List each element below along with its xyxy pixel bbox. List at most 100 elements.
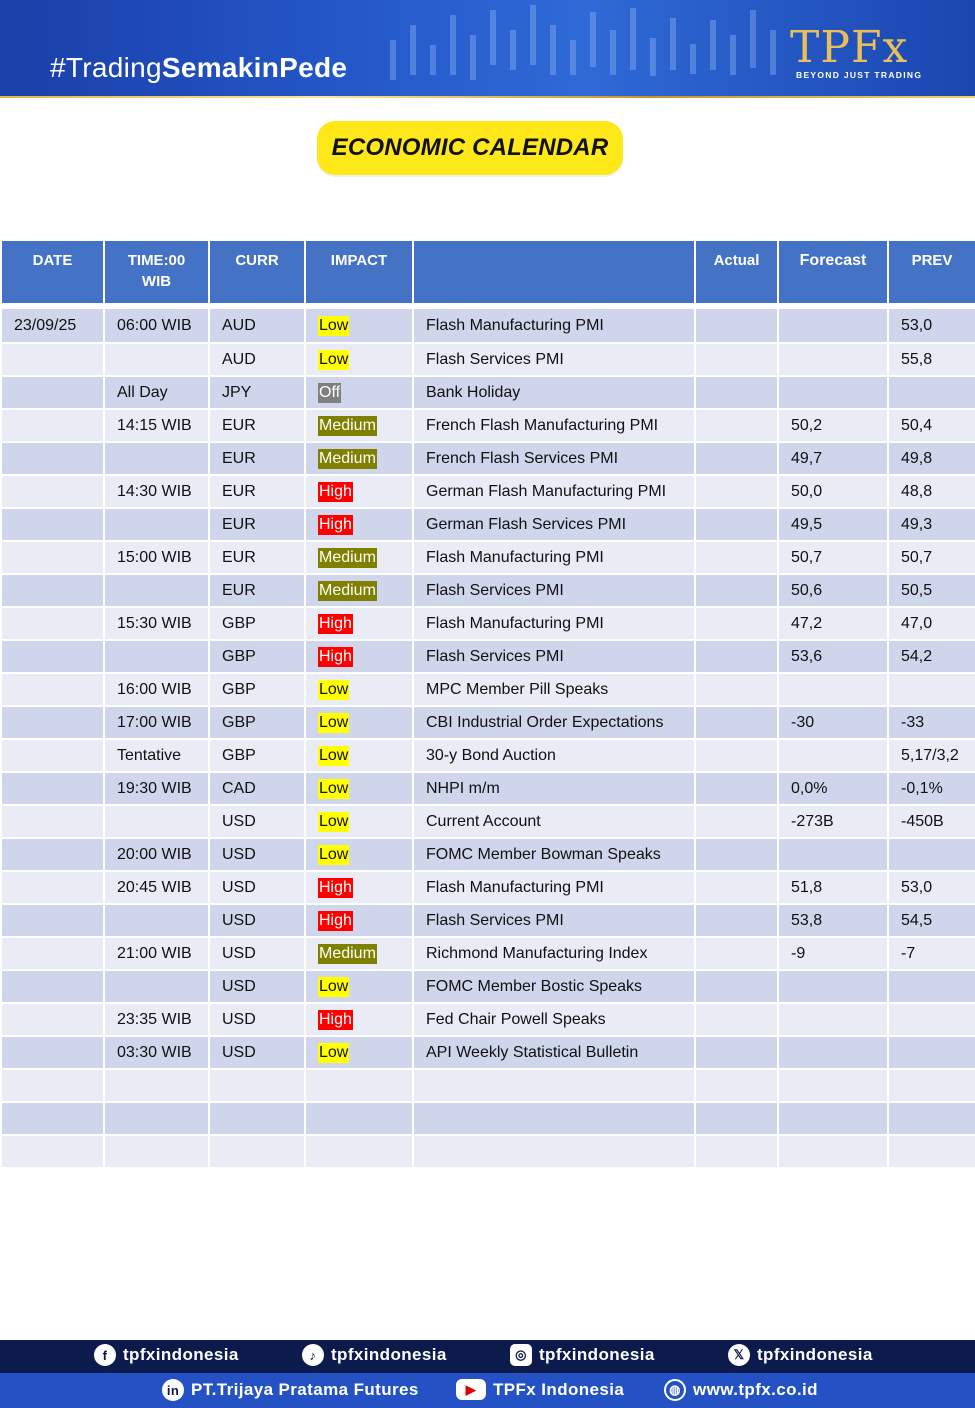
cell-prev: 53,0 xyxy=(887,870,975,905)
cell-time: 21:00 WIB xyxy=(103,936,210,971)
cell-forecast: -9 xyxy=(777,936,889,971)
cell-prev xyxy=(887,672,975,707)
cell-time xyxy=(103,804,210,839)
cell-event: Bank Holiday xyxy=(412,375,696,410)
cell-forecast: 50,2 xyxy=(777,408,889,443)
facebook-icon: f xyxy=(94,1344,116,1366)
cell-time: 17:00 WIB xyxy=(103,705,210,740)
cell-impact: Medium xyxy=(304,573,414,608)
cell-prev: 54,2 xyxy=(887,639,975,674)
cell-prev xyxy=(887,1035,975,1070)
cell-time: 15:00 WIB xyxy=(103,540,210,575)
cell-forecast: 50,0 xyxy=(777,474,889,509)
cell-event xyxy=(412,1068,696,1103)
cell-prev: 48,8 xyxy=(887,474,975,509)
cell-time: 15:30 WIB xyxy=(103,606,210,641)
table-row: 23/09/25 06:00 WIB AUD Low Flash Manufacturi… xyxy=(0,307,975,344)
cell-forecast xyxy=(777,1035,889,1070)
instagram-link[interactable]: ◎ tpfxindonesia xyxy=(510,1344,655,1366)
cell-date xyxy=(0,936,105,971)
cell-curr: EUR xyxy=(208,540,306,575)
cell-time xyxy=(103,441,210,476)
table-row: 20:00 WIB USD Low FOMC Member Bowman Speaks xyxy=(0,837,975,872)
cell-curr: USD xyxy=(208,804,306,839)
impact-badge: Medium xyxy=(318,415,377,436)
cell-actual xyxy=(694,705,779,740)
table-row: 14:30 WIB EUR High German Flash Manufacturi… xyxy=(0,474,975,509)
cell-prev xyxy=(887,1068,975,1103)
cell-curr: AUD xyxy=(208,307,306,344)
cell-forecast: 50,7 xyxy=(777,540,889,575)
cell-date xyxy=(0,1068,105,1103)
cell-forecast: -273B xyxy=(777,804,889,839)
cell-forecast: 53,8 xyxy=(777,903,889,938)
cell-event: Flash Services PMI xyxy=(412,342,696,377)
cell-curr: JPY xyxy=(208,375,306,410)
cell-impact: High xyxy=(304,606,414,641)
cell-time: All Day xyxy=(103,375,210,410)
cell-forecast: 51,8 xyxy=(777,870,889,905)
cell-curr: GBP xyxy=(208,639,306,674)
instagram-icon: ◎ xyxy=(510,1344,532,1366)
table-row: EUR Medium Flash Services PMI 50,6 50,5 xyxy=(0,573,975,608)
table-row: 23:35 WIB USD High Fed Chair Powell Speaks xyxy=(0,1002,975,1037)
cell-time xyxy=(103,1101,210,1136)
cell-impact: Low xyxy=(304,837,414,872)
cell-event: Flash Manufacturing PMI xyxy=(412,606,696,641)
cell-actual xyxy=(694,639,779,674)
cell-forecast xyxy=(777,307,889,344)
impact-badge: High xyxy=(318,646,353,667)
table-row: 16:00 WIB GBP Low MPC Member Pill Speaks xyxy=(0,672,975,707)
cell-date xyxy=(0,342,105,377)
cell-curr: USD xyxy=(208,1035,306,1070)
impact-badge: High xyxy=(318,613,353,634)
tiktok-link[interactable]: ♪ tpfxindonesia xyxy=(302,1344,447,1366)
page-title: ECONOMIC CALENDAR xyxy=(317,121,623,175)
cell-impact: Low xyxy=(304,804,414,839)
cell-actual xyxy=(694,540,779,575)
cell-prev: 50,7 xyxy=(887,540,975,575)
cell-actual xyxy=(694,1101,779,1136)
cell-actual xyxy=(694,870,779,905)
cell-prev: -33 xyxy=(887,705,975,740)
cell-prev: 50,4 xyxy=(887,408,975,443)
cell-impact xyxy=(304,1101,414,1136)
header-impact: IMPACT xyxy=(304,239,414,305)
cell-forecast xyxy=(777,837,889,872)
cell-date xyxy=(0,969,105,1004)
table-header-row: DATE TIME:00 WIB CURR IMPACT Actual Forec… xyxy=(0,239,975,305)
cell-impact: Low xyxy=(304,307,414,344)
website-link[interactable]: ◍ www.tpfx.co.id xyxy=(664,1379,818,1401)
cell-curr: USD xyxy=(208,936,306,971)
cell-actual xyxy=(694,408,779,443)
impact-badge: Low xyxy=(318,976,350,997)
cell-event: French Flash Services PMI xyxy=(412,441,696,476)
impact-badge: Low xyxy=(318,745,350,766)
youtube-link[interactable]: ▶ TPFx Indonesia xyxy=(456,1379,624,1400)
cell-actual xyxy=(694,804,779,839)
table-row: USD Low Current Account -273B -450B xyxy=(0,804,975,839)
table-row: GBP High Flash Services PMI 53,6 54,2 xyxy=(0,639,975,674)
table-row: Tentative GBP Low 30-y Bond Auction 5,17/3,2 xyxy=(0,738,975,773)
cell-actual xyxy=(694,1002,779,1037)
linkedin-link[interactable]: in PT.Trijaya Pratama Futures xyxy=(162,1379,419,1401)
cell-time xyxy=(103,342,210,377)
facebook-link[interactable]: f tpfxindonesia xyxy=(94,1344,239,1366)
cell-curr: EUR xyxy=(208,507,306,542)
cell-event: Flash Manufacturing PMI xyxy=(412,307,696,344)
x-link[interactable]: 𝕏tpfxindonesia xyxy=(728,1344,873,1366)
candlestick-decoration xyxy=(390,5,776,80)
cell-prev xyxy=(887,1134,975,1169)
cell-forecast xyxy=(777,1002,889,1037)
hashtag-text: #TradingSemakinPede xyxy=(50,52,348,83)
cell-date xyxy=(0,705,105,740)
cell-prev: 49,8 xyxy=(887,441,975,476)
cell-forecast: 47,2 xyxy=(777,606,889,641)
economic-calendar-table: DATE TIME:00 WIB CURR IMPACT Actual Forec… xyxy=(0,239,975,1169)
cell-actual xyxy=(694,307,779,344)
cell-date xyxy=(0,408,105,443)
cell-forecast xyxy=(777,1134,889,1169)
cell-impact: Medium xyxy=(304,441,414,476)
cell-event: Fed Chair Powell Speaks xyxy=(412,1002,696,1037)
table-row: 21:00 WIB USD Medium Richmond Manufacturing… xyxy=(0,936,975,971)
